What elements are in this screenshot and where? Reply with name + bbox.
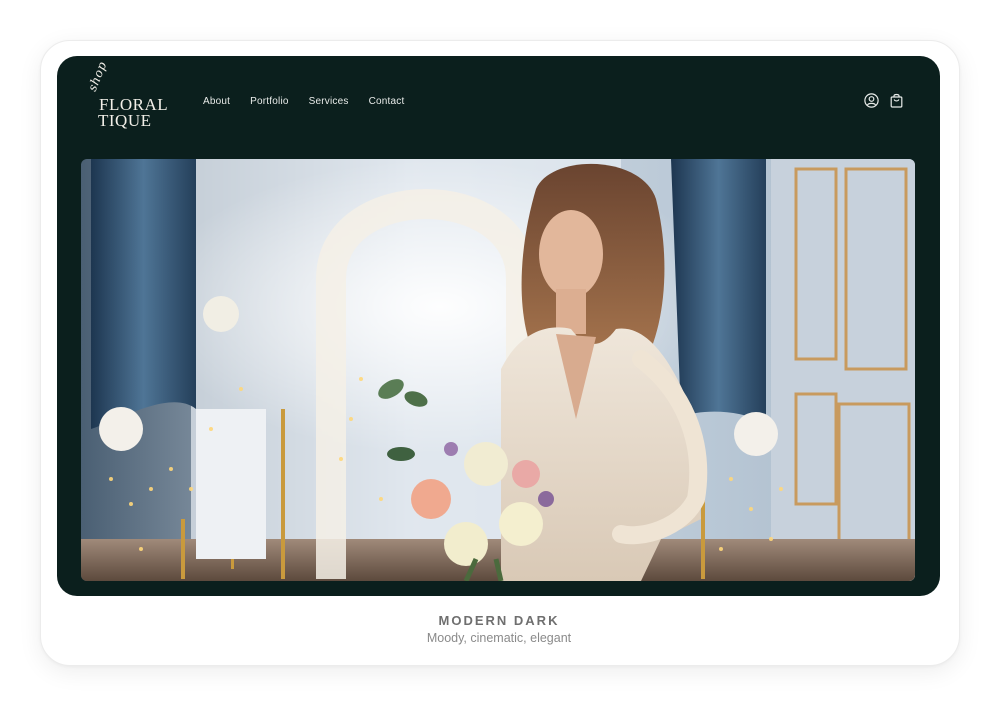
logo-line-2: TIQUE	[98, 111, 152, 130]
caption-title: MODERN DARK	[438, 613, 560, 628]
nav-item-portfolio[interactable]: Portfolio	[250, 96, 289, 107]
logo-small-text: shop	[85, 59, 110, 94]
hero-image	[81, 159, 915, 581]
shopping-bag-icon[interactable]	[889, 93, 904, 108]
account-icon[interactable]	[864, 93, 879, 108]
nav-item-services[interactable]: Services	[309, 96, 349, 107]
nav-item-about[interactable]: About	[203, 96, 230, 107]
main-nav: About Portfolio Services Contact	[203, 96, 404, 107]
nav-item-contact[interactable]: Contact	[369, 96, 405, 107]
caption-subtitle: Moody, cinematic, elegant	[426, 631, 572, 645]
header-icons	[864, 93, 904, 108]
brand-logo[interactable]: shop FLORAL TIQUE	[85, 59, 175, 132]
website-preview: shop FLORAL TIQUE About Portfolio Servic…	[57, 56, 940, 596]
